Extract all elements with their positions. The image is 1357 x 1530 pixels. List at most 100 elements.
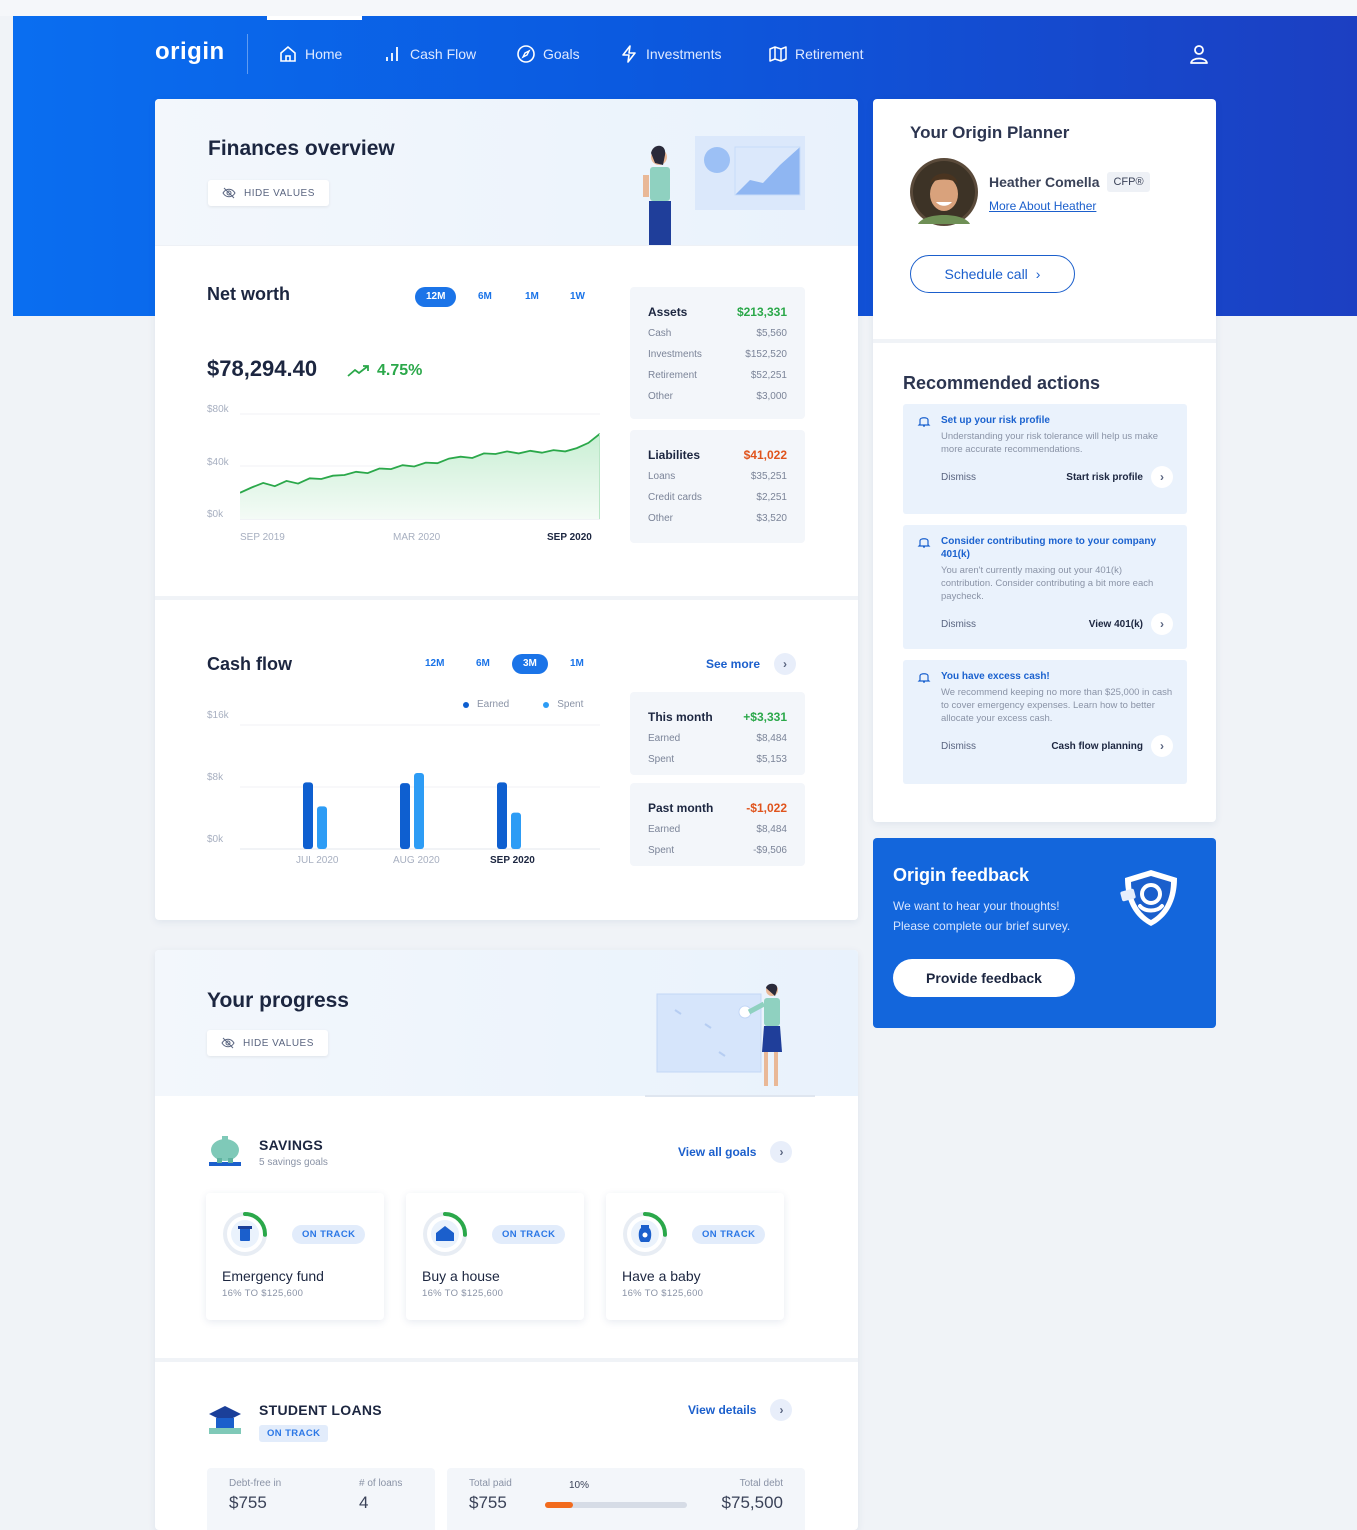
liability-row-label: Other xyxy=(648,513,674,524)
schedule-call-button[interactable]: Schedule call › xyxy=(910,255,1075,293)
cf-range-3m[interactable]: 3M xyxy=(512,654,548,674)
graduation-cap-icon xyxy=(209,1406,241,1434)
goal-card-buy-a-house[interactable]: ON TRACK Buy a house 16% TO $125,600 xyxy=(406,1193,584,1320)
liabilities-label: Liabilites xyxy=(648,448,701,462)
asset-row-value: $52,251 xyxy=(750,370,787,381)
this-month-panel: This month +$3,331 Earned $8,484 Spent $5,1… xyxy=(630,692,805,775)
goal-name: Have a baby xyxy=(622,1268,701,1284)
goal-status-badge: ON TRACK xyxy=(692,1225,766,1244)
see-more-link[interactable]: See more › xyxy=(706,653,797,675)
home-icon xyxy=(280,45,296,62)
savings-label: SAVINGS xyxy=(259,1137,324,1153)
goal-card-have-a-baby[interactable]: ON TRACK Have a baby 16% TO $125,600 xyxy=(606,1193,784,1320)
goal-name: Buy a house xyxy=(422,1268,500,1284)
bell-icon xyxy=(917,417,931,427)
divider xyxy=(873,339,1216,343)
liability-row-label: Credit cards xyxy=(648,492,702,503)
planner-name-row: Heather Comella CFP® xyxy=(989,172,1150,192)
loans-summary-left: Debt-free in $755 # of loans 4 xyxy=(207,1468,435,1530)
liability-row-value: $2,251 xyxy=(756,492,787,503)
cf-range-12m[interactable]: 12M xyxy=(414,654,455,674)
asset-row-value: $5,560 xyxy=(756,328,787,339)
cf-range-1m[interactable]: 1M xyxy=(559,654,595,674)
nav-item-investments[interactable]: Investments xyxy=(619,44,721,64)
cf-x-tick: SEP 2020 xyxy=(490,855,535,866)
person-chart-illustration xyxy=(643,136,805,245)
net-worth-change-value: 4.75% xyxy=(377,362,423,379)
cash-flow-planning-button[interactable]: Cash flow planning › xyxy=(1051,735,1173,757)
liability-row-value: $3,520 xyxy=(756,513,787,524)
past-month-total: -$1,022 xyxy=(746,801,787,815)
view-details-label: View details xyxy=(688,1403,757,1417)
cf-row-value: $5,153 xyxy=(756,754,787,765)
cf-row-value: $8,484 xyxy=(756,824,787,835)
feedback-line: Please complete our brief survey. xyxy=(893,919,1071,933)
planner-link[interactable]: More About Heather xyxy=(989,199,1096,213)
cash-flow-title: Cash flow xyxy=(207,654,293,674)
planner-avatar[interactable] xyxy=(910,158,978,226)
net-worth-chart xyxy=(240,413,600,520)
total-debt-value: $75,500 xyxy=(721,1493,783,1512)
hide-values-label: HIDE VALUES xyxy=(244,187,315,199)
start-risk-profile-button[interactable]: Start risk profile › xyxy=(1066,466,1173,488)
schedule-call-label: Schedule call xyxy=(944,266,1028,282)
bar-earned-0 xyxy=(303,782,313,849)
goal-detail: 16% TO $125,600 xyxy=(422,1288,504,1299)
nw-x-tick: SEP 2020 xyxy=(547,532,592,543)
goal-card-emergency-fund[interactable]: ON TRACK Emergency fund 16% TO $125,600 xyxy=(206,1193,384,1320)
nav-item-retirement[interactable]: Retirement xyxy=(768,44,863,64)
rec-desc: Understanding your risk tolerance will h… xyxy=(941,431,1159,455)
nav-active-indicator xyxy=(267,16,362,20)
bar-spent-0 xyxy=(317,806,327,849)
assets-label: Assets xyxy=(648,305,688,319)
range-12m[interactable]: 12M xyxy=(415,287,457,307)
cf-y-tick: $16k xyxy=(207,710,229,721)
range-1m[interactable]: 1M xyxy=(514,287,550,307)
legend-earned-label: Earned xyxy=(477,699,510,710)
chevron-right-icon: › xyxy=(1151,613,1173,635)
bar-spent-1 xyxy=(414,773,424,849)
student-loans-label: STUDENT LOANS xyxy=(259,1402,382,1418)
nav-item-goals[interactable]: Goals xyxy=(516,44,580,64)
rec-desc: We recommend keeping no more than $25,00… xyxy=(941,687,1173,724)
range-6m[interactable]: 6M xyxy=(467,287,503,307)
dismiss-button[interactable]: Dismiss xyxy=(941,472,976,483)
liabilities-panel: Liabilites $41,022 Loans $35,251 Credit ca… xyxy=(630,430,805,543)
nw-y-tick: $40k xyxy=(207,457,229,468)
rec-desc: You aren't currently maxing out your 401… xyxy=(941,565,1154,602)
logo[interactable]: origin xyxy=(155,38,225,66)
asset-row-label: Cash xyxy=(648,328,672,339)
nav-item-home[interactable]: Home xyxy=(278,44,342,64)
range-1w[interactable]: 1W xyxy=(559,287,596,307)
top-strip xyxy=(0,0,1357,16)
legend-dot xyxy=(463,701,469,708)
view-401k-button[interactable]: View 401(k) › xyxy=(1089,613,1173,635)
hide-values-button[interactable]: HIDE VALUES xyxy=(207,1030,328,1056)
asset-row-value: $3,000 xyxy=(756,391,787,402)
view-details-link[interactable]: View details › xyxy=(688,1399,793,1421)
dismiss-button[interactable]: Dismiss xyxy=(941,619,976,630)
past-month-panel: Past month -$1,022 Earned $8,484 Spent -$9,… xyxy=(630,783,805,866)
net-worth-title: Net worth xyxy=(207,284,290,304)
rec-risk-profile: Set up your risk profile Understanding y… xyxy=(903,404,1187,514)
hide-values-button[interactable]: HIDE VALUES xyxy=(208,180,329,206)
view-all-goals-link[interactable]: View all goals › xyxy=(678,1141,793,1163)
bell-icon xyxy=(917,538,931,548)
dismiss-button[interactable]: Dismiss xyxy=(941,741,976,752)
nw-y-tick: $0k xyxy=(207,509,224,520)
cf-range-6m[interactable]: 6M xyxy=(465,654,501,674)
nav-item-cash-flow[interactable]: Cash Flow xyxy=(383,44,476,64)
chevron-right-icon: › xyxy=(774,653,797,675)
chevron-right-icon: › xyxy=(1151,466,1173,488)
paid-percent-label: 10% xyxy=(569,1480,590,1491)
nav-item-label: Cash Flow xyxy=(410,46,477,62)
cf-y-tick: $8k xyxy=(207,772,224,783)
trash-can-icon xyxy=(240,1228,250,1241)
map-icon xyxy=(769,46,787,62)
provide-feedback-button[interactable]: Provide feedback xyxy=(893,959,1075,997)
board-illustration xyxy=(645,983,815,1097)
user-icon[interactable] xyxy=(1187,42,1211,66)
shield-smile-icon xyxy=(1120,870,1177,926)
hide-values-label: HIDE VALUES xyxy=(243,1037,314,1049)
progress-title: Your progress xyxy=(207,989,349,1012)
